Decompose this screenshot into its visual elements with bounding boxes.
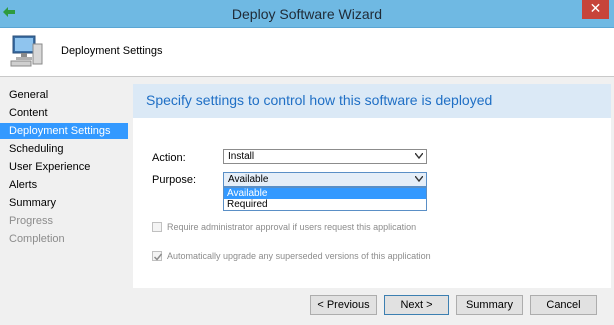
auto-upgrade-label: Automatically upgrade any superseded ver… <box>167 251 431 261</box>
nav-item-deployment-settings[interactable]: Deployment Settings <box>0 123 128 139</box>
next-button[interactable]: Next > <box>384 295 449 315</box>
window-title: Deploy Software Wizard <box>231 6 383 22</box>
chevron-down-icon <box>415 176 423 182</box>
nav-item-content[interactable]: Content <box>0 105 128 121</box>
purpose-option-available[interactable]: Available <box>224 188 426 199</box>
page-title: Deployment Settings <box>61 45 163 57</box>
title-bar: Deploy Software Wizard ✕ <box>0 0 614 28</box>
computer-icon <box>10 35 43 67</box>
nav-item-progress: Progress <box>9 215 54 227</box>
purpose-dropdown-list: Available Required <box>223 187 427 211</box>
cancel-button[interactable]: Cancel <box>530 295 597 315</box>
nav-item-user-experience[interactable]: User Experience <box>0 159 128 175</box>
action-label: Action: <box>152 152 186 164</box>
wizard-header: Deployment Settings <box>0 28 614 77</box>
nav-item-summary[interactable]: Summary <box>0 195 128 211</box>
nav-item-alerts[interactable]: Alerts <box>0 177 128 193</box>
purpose-value: Available <box>228 174 269 185</box>
purpose-select[interactable]: Available <box>223 172 427 187</box>
action-select[interactable]: Install <box>223 149 427 164</box>
auto-upgrade-checkbox[interactable] <box>152 251 163 261</box>
require-approval-label: Require administrator approval if users … <box>167 222 417 232</box>
purpose-label: Purpose: <box>152 174 197 186</box>
chevron-down-icon <box>415 153 423 159</box>
nav-item-general[interactable]: General <box>0 87 128 103</box>
content-heading: Specify settings to control how this sof… <box>146 92 493 108</box>
require-approval-checkbox[interactable] <box>152 222 162 232</box>
previous-button[interactable]: < Previous <box>310 295 377 315</box>
close-button[interactable]: ✕ <box>582 0 609 19</box>
close-icon: ✕ <box>589 1 602 17</box>
nav-item-completion: Completion <box>9 233 65 245</box>
summary-button[interactable]: Summary <box>456 295 523 315</box>
purpose-option-required[interactable]: Required <box>224 199 426 210</box>
nav-item-scheduling[interactable]: Scheduling <box>0 141 128 157</box>
action-value: Install <box>228 151 255 162</box>
content-banner: Specify settings to control how this sof… <box>133 84 611 118</box>
checkmark-icon <box>153 253 163 261</box>
